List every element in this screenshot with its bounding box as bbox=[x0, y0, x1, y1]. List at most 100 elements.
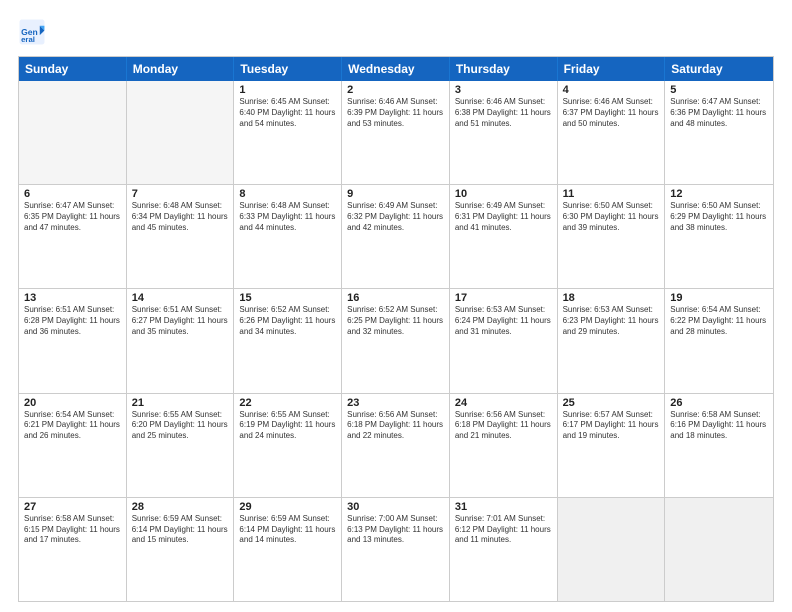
day-info: Sunrise: 6:53 AM Sunset: 6:23 PM Dayligh… bbox=[563, 305, 660, 337]
cal-cell: 25Sunrise: 6:57 AM Sunset: 6:17 PM Dayli… bbox=[558, 394, 666, 497]
day-info: Sunrise: 6:59 AM Sunset: 6:14 PM Dayligh… bbox=[132, 514, 229, 546]
day-number: 15 bbox=[239, 292, 336, 304]
day-number: 24 bbox=[455, 397, 552, 409]
day-info: Sunrise: 6:56 AM Sunset: 6:18 PM Dayligh… bbox=[455, 410, 552, 442]
day-number: 29 bbox=[239, 501, 336, 513]
day-info: Sunrise: 6:45 AM Sunset: 6:40 PM Dayligh… bbox=[239, 97, 336, 129]
cal-cell: 15Sunrise: 6:52 AM Sunset: 6:26 PM Dayli… bbox=[234, 289, 342, 392]
day-number: 30 bbox=[347, 501, 444, 513]
day-number: 2 bbox=[347, 84, 444, 96]
day-number: 17 bbox=[455, 292, 552, 304]
day-header-friday: Friday bbox=[558, 57, 666, 81]
cal-cell bbox=[558, 498, 666, 601]
cal-cell: 12Sunrise: 6:50 AM Sunset: 6:29 PM Dayli… bbox=[665, 185, 773, 288]
day-number: 12 bbox=[670, 188, 768, 200]
svg-text:eral: eral bbox=[21, 35, 35, 44]
day-info: Sunrise: 6:52 AM Sunset: 6:26 PM Dayligh… bbox=[239, 305, 336, 337]
day-header-tuesday: Tuesday bbox=[234, 57, 342, 81]
cal-cell: 21Sunrise: 6:55 AM Sunset: 6:20 PM Dayli… bbox=[127, 394, 235, 497]
cal-cell: 24Sunrise: 6:56 AM Sunset: 6:18 PM Dayli… bbox=[450, 394, 558, 497]
day-number: 14 bbox=[132, 292, 229, 304]
day-number: 23 bbox=[347, 397, 444, 409]
cal-cell: 9Sunrise: 6:49 AM Sunset: 6:32 PM Daylig… bbox=[342, 185, 450, 288]
day-number: 19 bbox=[670, 292, 768, 304]
cal-cell: 7Sunrise: 6:48 AM Sunset: 6:34 PM Daylig… bbox=[127, 185, 235, 288]
day-number: 18 bbox=[563, 292, 660, 304]
cal-cell bbox=[665, 498, 773, 601]
cal-cell: 19Sunrise: 6:54 AM Sunset: 6:22 PM Dayli… bbox=[665, 289, 773, 392]
day-header-thursday: Thursday bbox=[450, 57, 558, 81]
calendar-row-1: 1Sunrise: 6:45 AM Sunset: 6:40 PM Daylig… bbox=[19, 81, 773, 185]
day-info: Sunrise: 6:53 AM Sunset: 6:24 PM Dayligh… bbox=[455, 305, 552, 337]
cal-cell: 18Sunrise: 6:53 AM Sunset: 6:23 PM Dayli… bbox=[558, 289, 666, 392]
day-info: Sunrise: 6:58 AM Sunset: 6:15 PM Dayligh… bbox=[24, 514, 121, 546]
day-number: 16 bbox=[347, 292, 444, 304]
cal-cell: 2Sunrise: 6:46 AM Sunset: 6:39 PM Daylig… bbox=[342, 81, 450, 184]
day-number: 13 bbox=[24, 292, 121, 304]
day-number: 9 bbox=[347, 188, 444, 200]
day-number: 8 bbox=[239, 188, 336, 200]
day-number: 22 bbox=[239, 397, 336, 409]
calendar-row-3: 13Sunrise: 6:51 AM Sunset: 6:28 PM Dayli… bbox=[19, 289, 773, 393]
day-number: 3 bbox=[455, 84, 552, 96]
day-info: Sunrise: 7:01 AM Sunset: 6:12 PM Dayligh… bbox=[455, 514, 552, 546]
day-number: 6 bbox=[24, 188, 121, 200]
cal-cell: 26Sunrise: 6:58 AM Sunset: 6:16 PM Dayli… bbox=[665, 394, 773, 497]
calendar: SundayMondayTuesdayWednesdayThursdayFrid… bbox=[18, 56, 774, 602]
calendar-row-4: 20Sunrise: 6:54 AM Sunset: 6:21 PM Dayli… bbox=[19, 394, 773, 498]
day-number: 25 bbox=[563, 397, 660, 409]
cal-cell: 6Sunrise: 6:47 AM Sunset: 6:35 PM Daylig… bbox=[19, 185, 127, 288]
day-number: 26 bbox=[670, 397, 768, 409]
cal-cell: 3Sunrise: 6:46 AM Sunset: 6:38 PM Daylig… bbox=[450, 81, 558, 184]
day-number: 4 bbox=[563, 84, 660, 96]
cal-cell: 28Sunrise: 6:59 AM Sunset: 6:14 PM Dayli… bbox=[127, 498, 235, 601]
calendar-row-2: 6Sunrise: 6:47 AM Sunset: 6:35 PM Daylig… bbox=[19, 185, 773, 289]
cal-cell: 4Sunrise: 6:46 AM Sunset: 6:37 PM Daylig… bbox=[558, 81, 666, 184]
day-info: Sunrise: 6:48 AM Sunset: 6:33 PM Dayligh… bbox=[239, 201, 336, 233]
cal-cell bbox=[127, 81, 235, 184]
day-number: 31 bbox=[455, 501, 552, 513]
day-number: 7 bbox=[132, 188, 229, 200]
calendar-row-5: 27Sunrise: 6:58 AM Sunset: 6:15 PM Dayli… bbox=[19, 498, 773, 601]
cal-cell: 17Sunrise: 6:53 AM Sunset: 6:24 PM Dayli… bbox=[450, 289, 558, 392]
day-number: 21 bbox=[132, 397, 229, 409]
day-header-monday: Monday bbox=[127, 57, 235, 81]
day-info: Sunrise: 6:48 AM Sunset: 6:34 PM Dayligh… bbox=[132, 201, 229, 233]
day-info: Sunrise: 6:54 AM Sunset: 6:22 PM Dayligh… bbox=[670, 305, 768, 337]
day-number: 28 bbox=[132, 501, 229, 513]
day-number: 5 bbox=[670, 84, 768, 96]
page: Gen eral SundayMondayTuesdayWednesdayThu… bbox=[0, 0, 792, 612]
day-header-saturday: Saturday bbox=[665, 57, 773, 81]
logo: Gen eral bbox=[18, 18, 50, 46]
cal-cell: 5Sunrise: 6:47 AM Sunset: 6:36 PM Daylig… bbox=[665, 81, 773, 184]
logo-icon: Gen eral bbox=[18, 18, 46, 46]
day-info: Sunrise: 6:55 AM Sunset: 6:19 PM Dayligh… bbox=[239, 410, 336, 442]
day-number: 11 bbox=[563, 188, 660, 200]
day-info: Sunrise: 6:59 AM Sunset: 6:14 PM Dayligh… bbox=[239, 514, 336, 546]
cal-cell: 8Sunrise: 6:48 AM Sunset: 6:33 PM Daylig… bbox=[234, 185, 342, 288]
cal-cell: 27Sunrise: 6:58 AM Sunset: 6:15 PM Dayli… bbox=[19, 498, 127, 601]
day-number: 1 bbox=[239, 84, 336, 96]
day-number: 20 bbox=[24, 397, 121, 409]
cal-cell: 13Sunrise: 6:51 AM Sunset: 6:28 PM Dayli… bbox=[19, 289, 127, 392]
day-number: 27 bbox=[24, 501, 121, 513]
day-info: Sunrise: 6:50 AM Sunset: 6:30 PM Dayligh… bbox=[563, 201, 660, 233]
cal-cell: 14Sunrise: 6:51 AM Sunset: 6:27 PM Dayli… bbox=[127, 289, 235, 392]
day-info: Sunrise: 6:57 AM Sunset: 6:17 PM Dayligh… bbox=[563, 410, 660, 442]
day-info: Sunrise: 6:46 AM Sunset: 6:38 PM Dayligh… bbox=[455, 97, 552, 129]
calendar-header: SundayMondayTuesdayWednesdayThursdayFrid… bbox=[19, 57, 773, 81]
cal-cell: 22Sunrise: 6:55 AM Sunset: 6:19 PM Dayli… bbox=[234, 394, 342, 497]
cal-cell bbox=[19, 81, 127, 184]
cal-cell: 20Sunrise: 6:54 AM Sunset: 6:21 PM Dayli… bbox=[19, 394, 127, 497]
day-info: Sunrise: 6:47 AM Sunset: 6:36 PM Dayligh… bbox=[670, 97, 768, 129]
header: Gen eral bbox=[18, 18, 774, 46]
day-info: Sunrise: 6:58 AM Sunset: 6:16 PM Dayligh… bbox=[670, 410, 768, 442]
cal-cell: 16Sunrise: 6:52 AM Sunset: 6:25 PM Dayli… bbox=[342, 289, 450, 392]
cal-cell: 1Sunrise: 6:45 AM Sunset: 6:40 PM Daylig… bbox=[234, 81, 342, 184]
day-info: Sunrise: 6:46 AM Sunset: 6:37 PM Dayligh… bbox=[563, 97, 660, 129]
day-info: Sunrise: 6:54 AM Sunset: 6:21 PM Dayligh… bbox=[24, 410, 121, 442]
cal-cell: 29Sunrise: 6:59 AM Sunset: 6:14 PM Dayli… bbox=[234, 498, 342, 601]
cal-cell: 23Sunrise: 6:56 AM Sunset: 6:18 PM Dayli… bbox=[342, 394, 450, 497]
day-header-sunday: Sunday bbox=[19, 57, 127, 81]
cal-cell: 11Sunrise: 6:50 AM Sunset: 6:30 PM Dayli… bbox=[558, 185, 666, 288]
